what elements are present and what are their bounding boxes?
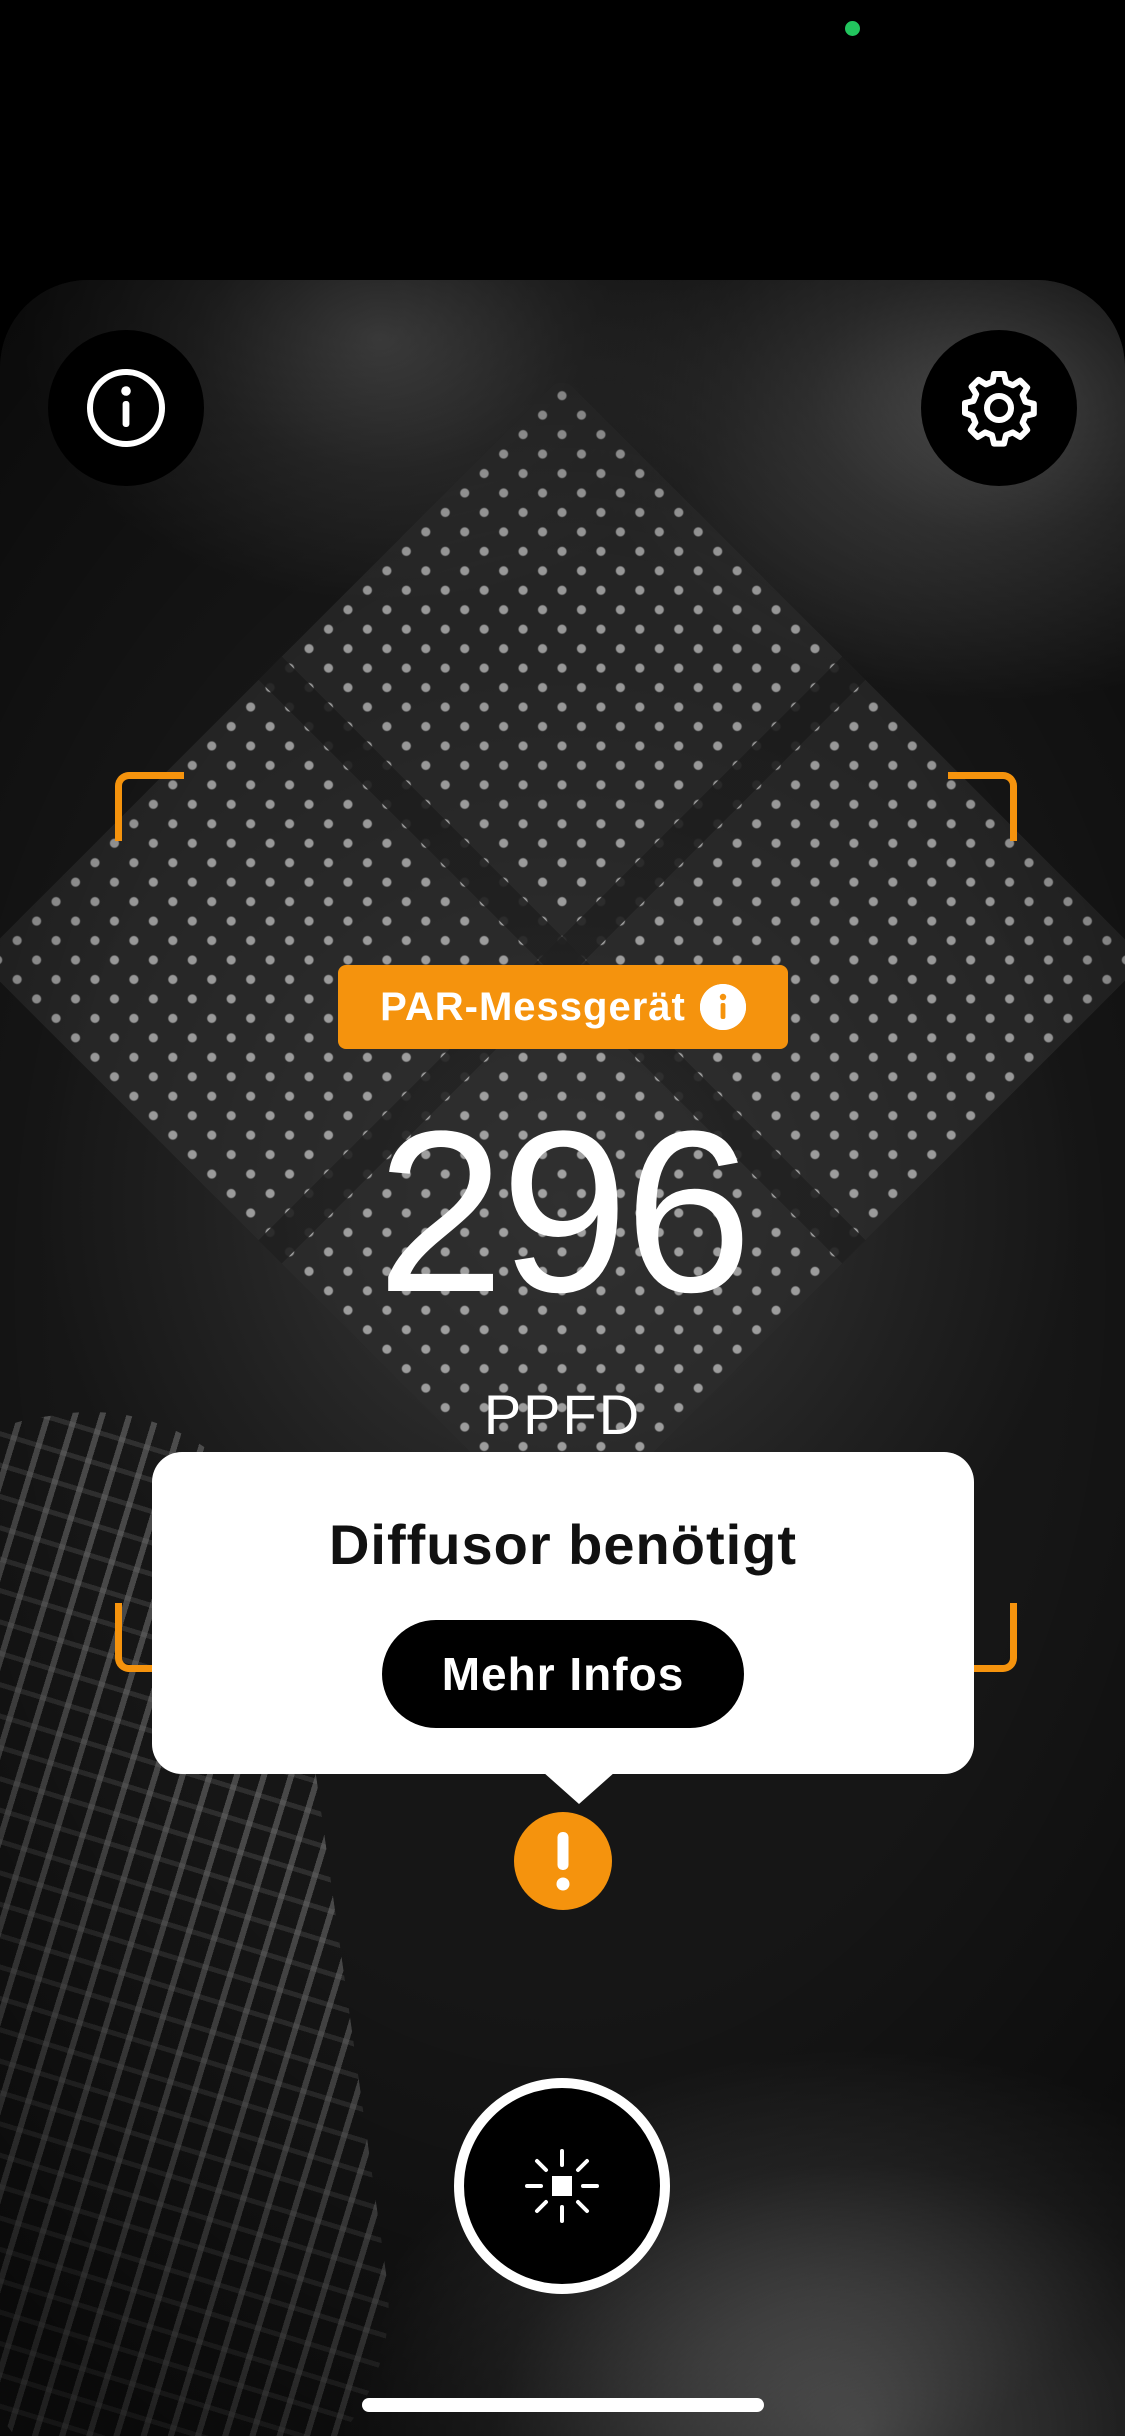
focus-bracket-top-left (115, 772, 184, 841)
info-button[interactable] (48, 330, 204, 486)
settings-button[interactable] (921, 330, 1077, 486)
measure-button[interactable] (454, 2078, 670, 2294)
info-icon[interactable] (699, 984, 746, 1030)
exclamation-icon (514, 1812, 612, 1910)
diffuser-warning-popover: Diffusor benötigt Mehr Infos (152, 1452, 974, 1804)
light-sun-icon (525, 2149, 599, 2223)
home-indicator[interactable] (362, 2398, 764, 2412)
focus-bracket-top-right (948, 772, 1017, 841)
meter-mode-label: PAR-Messgerät (380, 984, 686, 1029)
gear-icon (962, 371, 1037, 447)
privacy-indicator-dot (845, 21, 860, 36)
ppfd-reading: 296 (376, 1083, 753, 1340)
meter-mode-badge[interactable]: PAR-Messgerät (338, 965, 788, 1049)
warning-button[interactable] (514, 1812, 612, 1910)
ppfd-unit-label: PPFD (483, 1383, 642, 1446)
more-info-button[interactable]: Mehr Infos (382, 1620, 744, 1728)
popover-title: Diffusor benötigt (328, 1513, 798, 1576)
status-bar (0, 0, 1125, 280)
info-icon (87, 369, 165, 447)
